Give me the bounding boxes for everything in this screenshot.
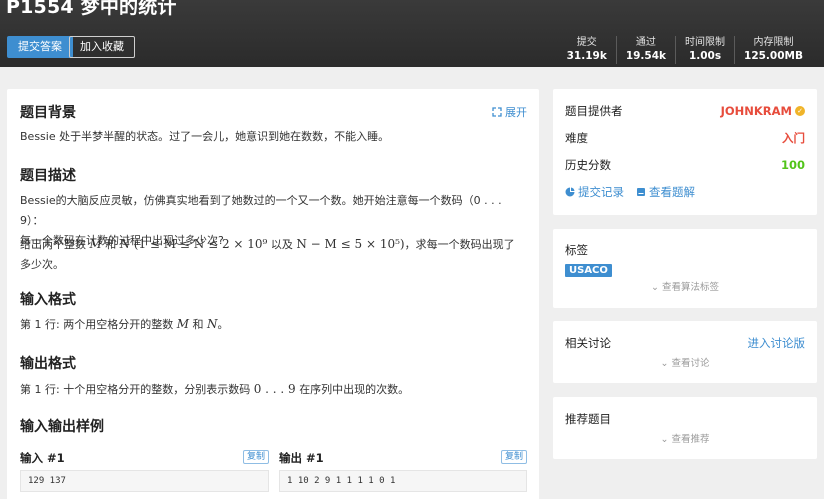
difficulty-value[interactable]: 入门 [782,130,805,146]
enter-discussion-link[interactable]: 进入讨论版 [748,335,806,351]
recommend-card: 推荐题目 ⌄ 查看推荐 [553,397,817,459]
sample-input-label: 输入 #1 [20,451,65,465]
submit-answer-button[interactable]: 提交答案 [7,36,73,58]
submission-records-link[interactable]: 提交记录 [565,184,624,200]
given-text: 给出两个整数 M 和 N (1 ≤ M ≤ N ≤ 2 × 10⁹ 以及 N −… [20,237,515,251]
tags-title: 标签 [565,243,588,257]
view-discussion-button[interactable]: ⌄ 查看讨论 [553,355,817,369]
verified-badge-icon: ✓ [795,106,805,116]
view-recommend-button[interactable]: ⌄ 查看推荐 [553,431,817,445]
description-title: 题目描述 [20,168,76,184]
description-line-1: Bessie的大脑反应灵敏，仿佛真实地看到了她数过的一个又一个数。她开始注意每一… [20,194,502,227]
chevron-down-icon: ⌄ [660,434,669,445]
copy-output-button[interactable]: 复制 [501,450,528,464]
chevron-down-icon: ⌄ [660,358,669,369]
view-solutions-link[interactable]: 查看题解 [636,184,695,200]
tag-usaco[interactable]: USACO [565,264,612,277]
discussion-card: 相关讨论 进入讨论版 ⌄ 查看讨论 [553,321,817,383]
history-label: 历史分数 [565,158,611,172]
problem-header: P1554 梦中的统计 提交答案 加入收藏 提交 31.19k 通过 19.54… [0,0,824,67]
sample-output-label: 输出 #1 [279,451,324,465]
background-text: Bessie 处于半梦半醒的状态。过了一会儿，她意识到她在数数，不能入睡。 [20,130,390,143]
add-favorite-button[interactable]: 加入收藏 [69,36,135,58]
discussion-title: 相关讨论 [565,336,611,350]
problem-stats: 提交 31.19k 通过 19.54k 时间限制 1.00s 内存限制 125.… [558,36,812,64]
stat-memory-limit: 内存限制 125.00MB [734,36,812,64]
output-format-text: 第 1 行: 十个用空格分开的整数，分别表示数码 0 . . . 9 在序列中出… [20,382,410,396]
provider-label: 题目提供者 [565,104,623,118]
problem-info-card: 题目提供者 JOHNKRAM ✓ 难度 入门 历史分数 100 提交记录 查看题… [553,89,817,215]
copy-input-button[interactable]: 复制 [243,450,270,464]
stat-time-limit: 时间限制 1.00s [675,36,734,64]
stat-submissions: 提交 31.19k [566,37,607,62]
sample-input-box[interactable]: 129 137 [20,470,269,492]
samples-title: 输入输出样例 [20,419,104,435]
background-title: 题目背景 [20,105,76,121]
chevron-down-icon: ⌄ [650,282,659,293]
history-score: 100 [780,158,805,172]
problem-content-card: 展开 题目背景 Bessie 处于半梦半醒的状态。过了一会儿，她意识到她在数数，… [7,89,539,499]
recommend-title: 推荐题目 [565,412,611,426]
difficulty-label: 难度 [565,131,588,145]
stat-accepted: 通过 19.54k [615,36,675,64]
provider-name-link[interactable]: JOHNKRAM ✓ [721,104,805,118]
view-algorithm-tags-button[interactable]: ⌄ 查看算法标签 [553,279,817,293]
book-icon [636,186,646,196]
chart-pie-icon [565,186,575,197]
input-format-text: 第 1 行: 两个用空格分开的整数 M 和 N。 [20,317,229,331]
tags-card: 标签 USACO ⌄ 查看算法标签 [553,229,817,308]
page-title: P1554 梦中的统计 [6,0,177,18]
given-text-line-2: 多少次。 [20,258,64,271]
input-format-title: 输入格式 [20,292,76,308]
sample-output-box[interactable]: 1 10 2 9 1 1 1 1 0 1 [279,470,527,492]
output-format-title: 输出格式 [20,356,76,372]
